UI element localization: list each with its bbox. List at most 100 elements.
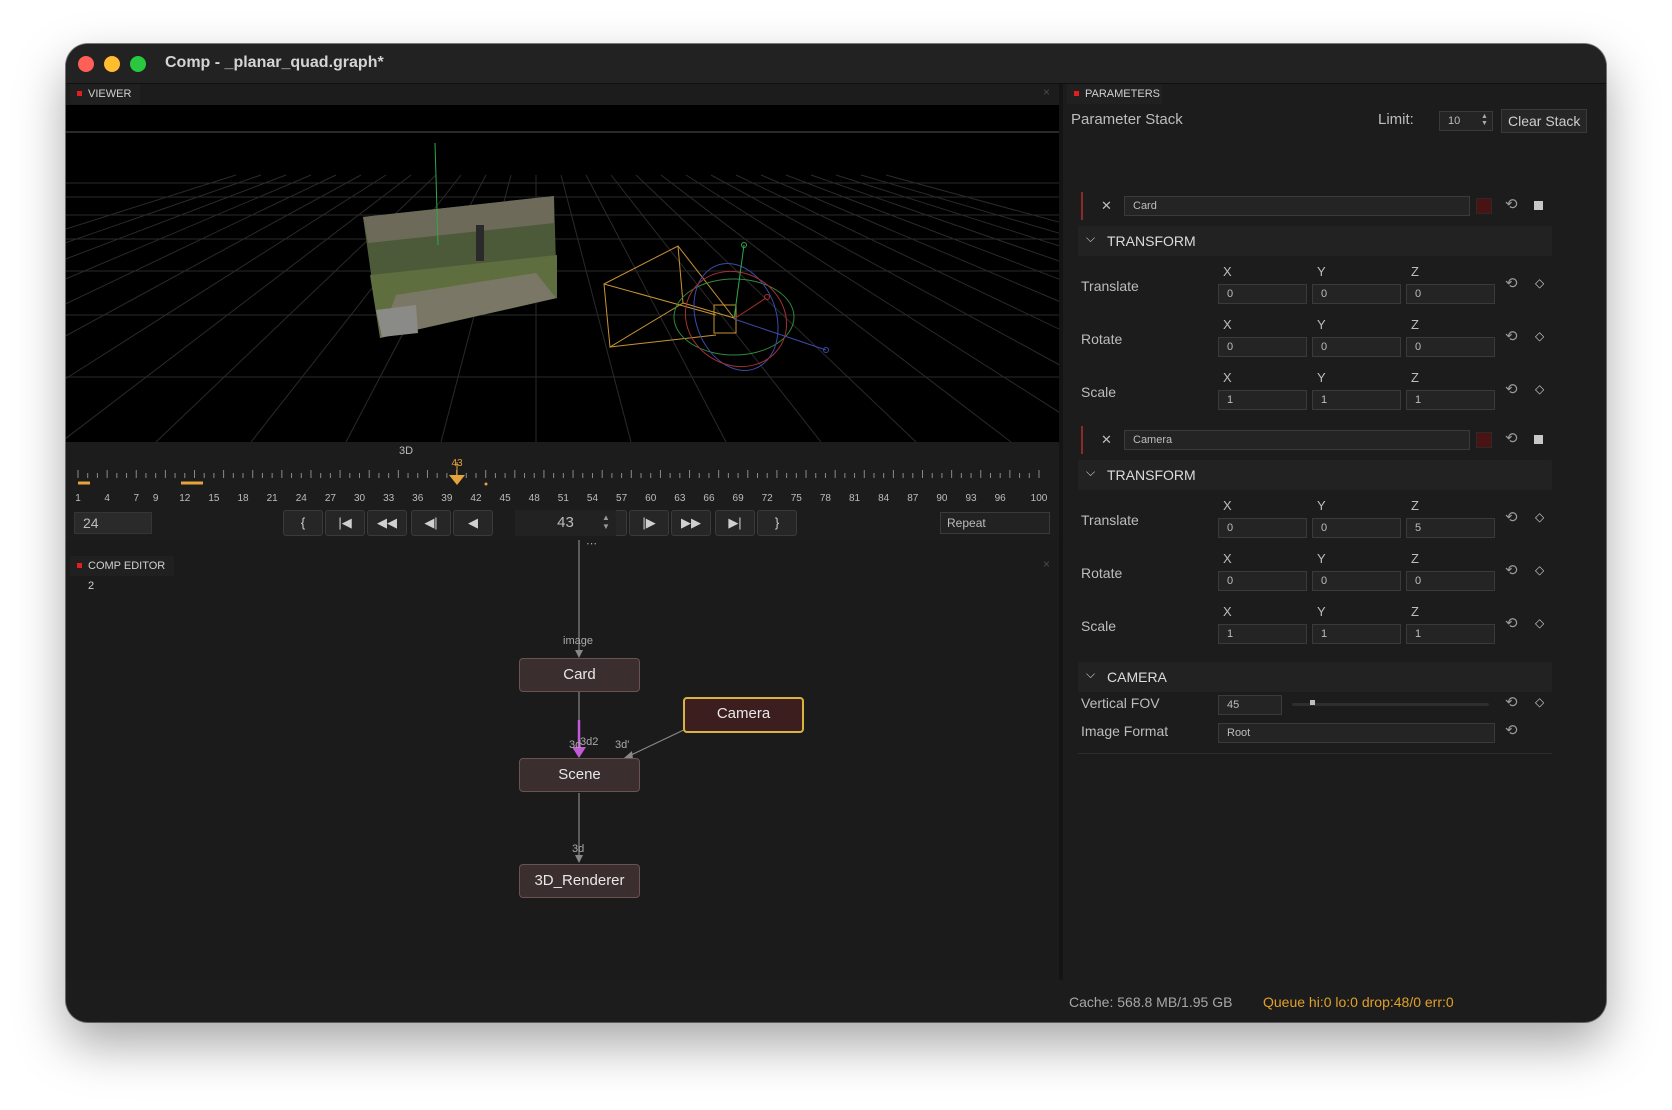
remove-item-icon[interactable]: ✕	[1101, 198, 1112, 214]
vertical-fov-slider-thumb[interactable]	[1309, 700, 1315, 705]
translate-z-field[interactable]: 0	[1406, 284, 1495, 304]
loop-mode-select[interactable]: Repeat	[940, 512, 1050, 534]
scale-y-field[interactable]: 1	[1312, 624, 1401, 644]
play-backward-button[interactable]: ◀	[453, 510, 493, 536]
axis-label: X	[1223, 317, 1232, 332]
set-in-button[interactable]: {	[283, 510, 323, 536]
reset-icon[interactable]: ⟲	[1505, 561, 1518, 579]
transform-section-header[interactable]: ⌵ TRANSFORM	[1078, 460, 1552, 490]
limit-spinner-icon[interactable]: ▲ ▼	[1481, 113, 1488, 127]
keyframe-icon[interactable]: ◇	[1535, 276, 1544, 290]
viewer-canvas[interactable]	[66, 105, 1059, 442]
timeline-tick-label: 42	[470, 493, 482, 504]
reset-icon[interactable]: ⟲	[1505, 721, 1518, 739]
reset-icon[interactable]: ⟲	[1505, 327, 1518, 345]
rotate-x-field[interactable]: 0	[1218, 337, 1307, 357]
comp-editor-canvas[interactable]: COMP EDITOR 2 × ⋯ image Card Camera 3d 3…	[66, 538, 1059, 984]
limit-label: Limit:	[1378, 111, 1414, 128]
scale-z-field[interactable]: 1	[1406, 624, 1495, 644]
set-out-button[interactable]: }	[757, 510, 797, 536]
scale-z-field[interactable]: 1	[1406, 390, 1495, 410]
timeline-tick-label: 4	[104, 493, 110, 504]
timeline-tick-label: 78	[819, 493, 831, 504]
zoom-window-button[interactable]	[130, 56, 146, 72]
translate-label: Translate	[1081, 278, 1139, 294]
frame-spinner-icon[interactable]: ▲ ▼	[602, 513, 610, 531]
timeline-tick-label: 39	[441, 493, 453, 504]
image-format-select[interactable]: Root	[1218, 723, 1495, 743]
viewport-3d	[66, 131, 1059, 442]
keyframe-icon[interactable]: ◇	[1535, 563, 1544, 577]
image-format-label: Image Format	[1081, 723, 1169, 739]
timeline-ruler[interactable]: 43 1 4 7 9 12 15 18 21 24 27 30 33 36 39 42 45 48 51 54 57 6…	[74, 458, 1054, 510]
go-to-start-button[interactable]: |◀	[325, 510, 365, 536]
enable-checkbox[interactable]	[1534, 201, 1543, 210]
rotate-y-field[interactable]: 0	[1312, 337, 1401, 357]
keyframe-icon[interactable]: ◇	[1535, 382, 1544, 396]
go-to-end-button[interactable]: ▶|	[715, 510, 755, 536]
clear-stack-button[interactable]: Clear Stack	[1501, 109, 1588, 133]
timeline-tick-label: 7	[133, 493, 140, 504]
translate-y-field[interactable]: 0	[1312, 284, 1401, 304]
scale-y-field[interactable]: 1	[1312, 390, 1401, 410]
transform-section-header[interactable]: ⌵ TRANSFORM	[1078, 226, 1552, 256]
keyframe-icon[interactable]: ◇	[1535, 510, 1544, 524]
axis-label: Z	[1411, 604, 1419, 619]
item-color-swatch[interactable]	[1476, 198, 1492, 214]
rotate-y-field[interactable]: 0	[1312, 571, 1401, 591]
keyframe-icon[interactable]: ◇	[1535, 329, 1544, 343]
queue-status: Queue hi:0 lo:0 drop:48/0 err:0	[1263, 994, 1454, 1010]
vertical-fov-slider[interactable]	[1292, 703, 1489, 706]
step-forward-button[interactable]: |▶	[629, 510, 669, 536]
fast-forward-button[interactable]: ▶▶	[671, 510, 711, 536]
rotate-z-field[interactable]: 0	[1406, 571, 1495, 591]
keyframe-icon[interactable]: ◇	[1535, 616, 1544, 630]
start-frame-field[interactable]: 24	[74, 512, 152, 534]
parameters-panel: PARAMETERS Parameter Stack Limit: 10 ▲ ▼ …	[1063, 84, 1606, 980]
reset-icon[interactable]: ⟲	[1505, 508, 1518, 526]
vertical-fov-field[interactable]: 45	[1218, 695, 1282, 715]
cache-status: Cache: 568.8 MB/1.95 GB	[1069, 994, 1233, 1010]
reset-icon[interactable]: ⟲	[1505, 380, 1518, 398]
axis-label: X	[1223, 551, 1232, 566]
reset-icon[interactable]: ⟲	[1505, 614, 1518, 632]
viewer-tab[interactable]: VIEWER	[70, 84, 140, 104]
current-frame-field[interactable]: 43	[515, 510, 616, 536]
enable-checkbox[interactable]	[1534, 435, 1543, 444]
node-card[interactable]: Card	[519, 658, 640, 692]
keyframe-icon[interactable]: ◇	[1535, 695, 1544, 709]
reset-icon[interactable]: ⟲	[1505, 274, 1518, 292]
rewind-button[interactable]: ◀◀	[367, 510, 407, 536]
timeline-tick-label: 15	[208, 493, 220, 504]
scale-x-field[interactable]: 1	[1218, 390, 1307, 410]
node-3d-renderer[interactable]: 3D_Renderer	[519, 864, 640, 898]
timeline-tick-label: 45	[499, 493, 511, 504]
reset-icon[interactable]: ⟲	[1505, 195, 1518, 213]
close-window-button[interactable]	[78, 56, 94, 72]
axis-label: X	[1223, 264, 1232, 279]
item-name-field[interactable]: Camera	[1124, 430, 1470, 450]
timeline-tick-label: 90	[936, 493, 948, 504]
translate-x-field[interactable]: 0	[1218, 284, 1307, 304]
item-color-swatch[interactable]	[1476, 432, 1492, 448]
camera-gizmo	[603, 245, 737, 348]
scale-x-field[interactable]: 1	[1218, 624, 1307, 644]
parameters-tab[interactable]: PARAMETERS	[1067, 84, 1162, 104]
translate-y-field[interactable]: 0	[1312, 518, 1401, 538]
camera-section-header[interactable]: ⌵ CAMERA	[1078, 662, 1552, 692]
timeline-tick-label: 60	[645, 493, 657, 504]
reset-icon[interactable]: ⟲	[1505, 693, 1518, 711]
step-back-button[interactable]: ◀|	[411, 510, 451, 536]
item-name-field[interactable]: Card	[1124, 196, 1470, 216]
minimize-window-button[interactable]	[104, 56, 120, 72]
remove-item-icon[interactable]: ✕	[1101, 432, 1112, 448]
viewer-close-icon[interactable]: ×	[1043, 85, 1050, 99]
translate-z-field[interactable]: 5	[1406, 518, 1495, 538]
reset-icon[interactable]: ⟲	[1505, 429, 1518, 447]
scale-label: Scale	[1081, 384, 1117, 400]
rotate-x-field[interactable]: 0	[1218, 571, 1307, 591]
node-camera[interactable]: Camera	[683, 697, 804, 733]
translate-x-field[interactable]: 0	[1218, 518, 1307, 538]
node-scene[interactable]: Scene	[519, 758, 640, 792]
rotate-z-field[interactable]: 0	[1406, 337, 1495, 357]
